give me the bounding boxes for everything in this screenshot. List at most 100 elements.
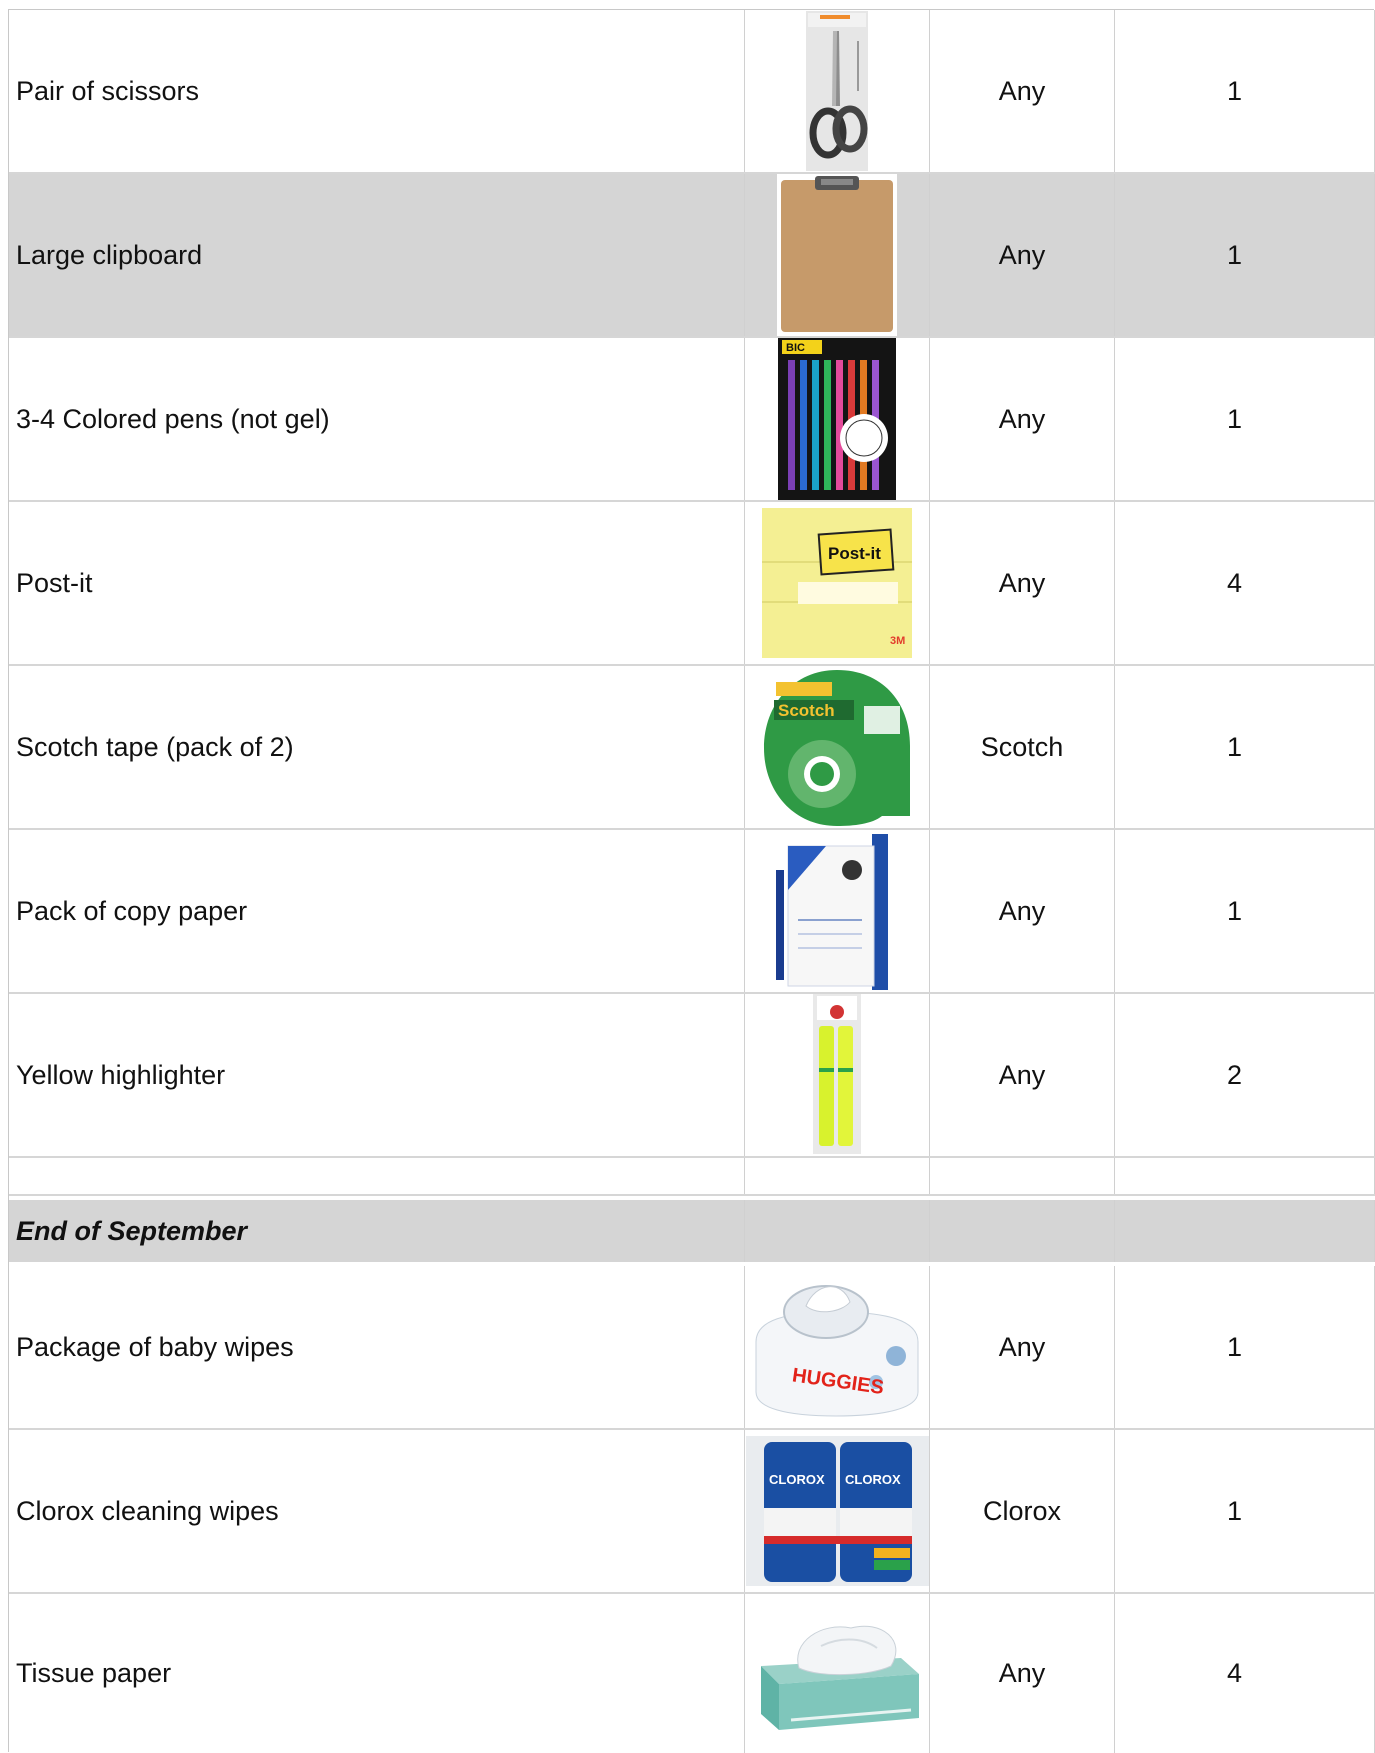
brand-value: Any bbox=[998, 75, 1046, 106]
quantity-value: 2 bbox=[1226, 1059, 1243, 1090]
brand-value: Clorox bbox=[982, 1495, 1062, 1526]
table-row[interactable]: Clorox cleaning wipes CLOROX CLOROX Clor… bbox=[9, 1430, 1375, 1594]
copy-paper-product-image bbox=[772, 830, 902, 992]
table-row[interactable]: Post-it Post-it 3M Any 4 bbox=[9, 502, 1375, 666]
image-cell[interactable] bbox=[745, 830, 930, 992]
item-cell[interactable]: Tissue paper bbox=[9, 1594, 745, 1753]
item-name: Package of baby wipes bbox=[16, 1331, 294, 1362]
quantity-value: 4 bbox=[1226, 567, 1243, 598]
section-header-row[interactable]: End of September bbox=[9, 1196, 1375, 1266]
image-cell[interactable]: BIC bbox=[745, 338, 930, 500]
item-cell[interactable]: Post-it bbox=[9, 502, 745, 664]
quantity-cell[interactable]: 1 bbox=[1115, 666, 1375, 828]
item-cell[interactable]: 3-4 Colored pens (not gel) bbox=[9, 338, 745, 500]
brand-cell[interactable]: Any bbox=[930, 830, 1115, 992]
quantity-cell[interactable]: 2 bbox=[1115, 994, 1375, 1156]
baby-wipes-product-image: HUGGIES bbox=[755, 1285, 919, 1417]
item-name: Clorox cleaning wipes bbox=[16, 1495, 279, 1526]
brand-cell[interactable]: Any bbox=[930, 10, 1115, 172]
brand-cell[interactable]: Any bbox=[930, 994, 1115, 1156]
quantity-value: 1 bbox=[1226, 895, 1243, 926]
brand-cell[interactable]: Any bbox=[930, 174, 1115, 336]
image-cell[interactable]: Post-it 3M bbox=[745, 502, 930, 664]
item-cell[interactable] bbox=[9, 1158, 745, 1194]
quantity-value: 1 bbox=[1226, 1495, 1243, 1526]
pens-brand-text: BIC bbox=[786, 342, 805, 354]
table-row[interactable]: Yellow highlighter Any 2 bbox=[9, 994, 1375, 1158]
quantity-cell[interactable]: 4 bbox=[1115, 1594, 1375, 1753]
brand-value: Any bbox=[998, 239, 1046, 270]
quantity-cell[interactable] bbox=[1115, 1158, 1375, 1194]
item-name: 3-4 Colored pens (not gel) bbox=[16, 403, 330, 434]
item-name: Yellow highlighter bbox=[16, 1059, 226, 1090]
image-cell[interactable] bbox=[745, 1594, 930, 1753]
quantity-cell[interactable]: 1 bbox=[1115, 830, 1375, 992]
image-cell[interactable]: HUGGIES bbox=[745, 1266, 930, 1428]
table-row[interactable]: Pair of scissors Any 1 bbox=[9, 10, 1375, 174]
scissors-product-image bbox=[806, 11, 868, 171]
item-name: Post-it bbox=[16, 567, 93, 598]
section-label-cell[interactable]: End of September bbox=[9, 1200, 745, 1262]
quantity-cell[interactable]: 4 bbox=[1115, 502, 1375, 664]
image-cell[interactable] bbox=[745, 174, 930, 336]
brand-cell[interactable] bbox=[930, 1200, 1115, 1262]
quantity-value: 1 bbox=[1226, 731, 1243, 762]
section-label: End of September bbox=[16, 1215, 248, 1246]
item-cell[interactable]: Pack of copy paper bbox=[9, 830, 745, 992]
quantity-cell[interactable]: 1 bbox=[1115, 1430, 1375, 1592]
quantity-cell[interactable]: 1 bbox=[1115, 1266, 1375, 1428]
brand-value: Any bbox=[998, 1658, 1046, 1688]
quantity-cell[interactable]: 1 bbox=[1115, 338, 1375, 500]
quantity-value: 1 bbox=[1226, 1331, 1243, 1362]
item-cell[interactable]: Yellow highlighter bbox=[9, 994, 745, 1156]
item-cell[interactable]: Pair of scissors bbox=[9, 10, 745, 172]
item-cell[interactable]: Clorox cleaning wipes bbox=[9, 1430, 745, 1592]
image-cell[interactable]: Scotch bbox=[745, 666, 930, 828]
brand-cell[interactable]: Any bbox=[930, 1266, 1115, 1428]
brand-cell[interactable]: Any bbox=[930, 338, 1115, 500]
tissue-box-product-image bbox=[761, 1625, 919, 1730]
table-row[interactable]: Tissue paper Any 4 bbox=[9, 1594, 1375, 1753]
brand-cell[interactable]: Scotch bbox=[930, 666, 1115, 828]
brand-cell[interactable] bbox=[930, 1158, 1115, 1194]
image-cell[interactable] bbox=[745, 10, 930, 172]
clorox-brand-text-left: CLOROX bbox=[769, 1472, 825, 1487]
item-cell[interactable]: Scotch tape (pack of 2) bbox=[9, 666, 745, 828]
table-row[interactable]: 3-4 Colored pens (not gel) BIC Any 1 bbox=[9, 338, 1375, 502]
image-cell[interactable] bbox=[745, 1158, 930, 1194]
table-row[interactable] bbox=[9, 1158, 1375, 1196]
table-row[interactable]: Large clipboard Any 1 bbox=[9, 174, 1375, 338]
brand-cell[interactable]: Any bbox=[930, 1594, 1115, 1753]
brand-value: Any bbox=[998, 403, 1046, 434]
item-cell[interactable]: Large clipboard bbox=[9, 174, 745, 336]
clipboard-product-image bbox=[777, 174, 897, 336]
brand-value: Any bbox=[998, 895, 1046, 926]
quantity-value: 1 bbox=[1226, 239, 1243, 270]
svg-text:3M: 3M bbox=[890, 635, 905, 647]
image-cell[interactable]: CLOROX CLOROX bbox=[745, 1430, 930, 1592]
highlighter-product-image bbox=[813, 994, 861, 1154]
table-row[interactable]: Scotch tape (pack of 2) Scotch Scotch 1 bbox=[9, 666, 1375, 830]
brand-value: Any bbox=[998, 1331, 1046, 1362]
item-name: Pack of copy paper bbox=[16, 895, 248, 926]
item-cell[interactable]: Package of baby wipes bbox=[9, 1266, 745, 1428]
item-name: Scotch tape (pack of 2) bbox=[16, 731, 294, 762]
table-row[interactable]: Pack of copy paper Any 1 bbox=[9, 830, 1375, 994]
quantity-cell[interactable]: 1 bbox=[1115, 10, 1375, 172]
quantity-value: 1 bbox=[1226, 403, 1243, 434]
brand-value: Any bbox=[998, 1059, 1046, 1090]
quantity-cell[interactable]: 1 bbox=[1115, 174, 1375, 336]
quantity-cell[interactable] bbox=[1115, 1200, 1375, 1262]
table-row[interactable]: Package of baby wipes HUGGIES Any 1 bbox=[9, 1266, 1375, 1430]
colored-pens-product-image: BIC bbox=[778, 338, 896, 500]
image-cell[interactable] bbox=[745, 994, 930, 1156]
brand-value: Scotch bbox=[980, 731, 1064, 762]
quantity-value: 4 bbox=[1226, 1658, 1243, 1688]
scotch-brand-text: Scotch bbox=[778, 701, 835, 720]
post-it-product-image: Post-it 3M bbox=[762, 508, 912, 658]
item-name: Large clipboard bbox=[16, 239, 203, 270]
brand-cell[interactable]: Any bbox=[930, 502, 1115, 664]
image-cell[interactable] bbox=[745, 1200, 930, 1262]
quantity-value: 1 bbox=[1226, 75, 1243, 106]
brand-cell[interactable]: Clorox bbox=[930, 1430, 1115, 1592]
